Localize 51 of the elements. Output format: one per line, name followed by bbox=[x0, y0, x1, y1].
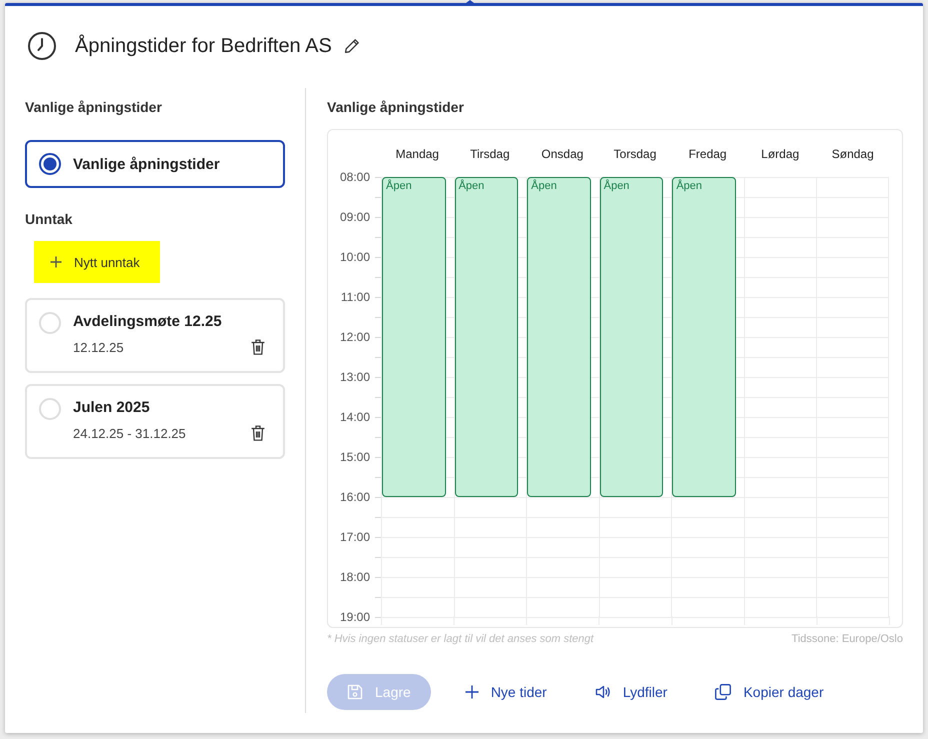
time-label: 10:00 bbox=[340, 249, 370, 266]
day-header: Onsdag bbox=[541, 146, 584, 160]
open-slot[interactable]: Åpen bbox=[672, 177, 736, 497]
clock-icon bbox=[28, 32, 56, 60]
plus-icon bbox=[464, 685, 479, 699]
plus-icon bbox=[50, 256, 62, 268]
section-heading: Unntak bbox=[25, 210, 72, 229]
time-label: 15:00 bbox=[340, 449, 370, 466]
time-label: 16:00 bbox=[340, 489, 370, 506]
exception-dates: 24.12.25 - 31.12.25 bbox=[73, 425, 186, 443]
time-label: 11:00 bbox=[340, 289, 370, 306]
open-slot[interactable]: Åpen bbox=[527, 177, 591, 497]
day-header: Torsdag bbox=[614, 146, 656, 160]
day-header: Fredag bbox=[688, 146, 727, 160]
time-label: 18:00 bbox=[340, 569, 370, 586]
day-header: Mandag bbox=[396, 146, 439, 160]
pencil-icon[interactable] bbox=[344, 38, 360, 54]
time-label: 13:00 bbox=[340, 369, 370, 386]
time-label: 08:00 bbox=[340, 169, 370, 186]
section-heading: Vanlige åpningstider bbox=[25, 98, 162, 117]
time-label: 14:00 bbox=[340, 409, 370, 426]
copy-icon bbox=[715, 684, 732, 700]
open-slot[interactable]: Åpen bbox=[600, 177, 664, 497]
exception-card[interactable]: Julen 2025 24.12.25 - 31.12.25 bbox=[25, 384, 285, 459]
speaker-icon bbox=[594, 684, 611, 700]
radio-button[interactable] bbox=[39, 153, 61, 175]
exception-title: Julen 2025 bbox=[73, 398, 150, 418]
audio-files-button[interactable]: Lydfiler bbox=[580, 674, 682, 710]
copy-days-button[interactable]: Kopier dager bbox=[701, 674, 838, 710]
page-title: Åpningstider for Bedriften AS bbox=[75, 34, 332, 59]
trash-icon[interactable] bbox=[251, 338, 265, 354]
time-label: 17:00 bbox=[340, 529, 370, 546]
footnote-text: * Hvis ingen statuser er lagt til vil det anses som stengt bbox=[327, 632, 594, 647]
exception-dates: 12.12.25 bbox=[73, 339, 124, 357]
open-slot[interactable]: Åpen bbox=[454, 177, 518, 497]
day-header: Lørdag bbox=[761, 146, 800, 160]
hours-option[interactable]: Vanlige åpningstider bbox=[25, 140, 285, 188]
exception-title: Avdelingsmøte 12.25 bbox=[73, 312, 222, 332]
day-header: Søndag bbox=[832, 146, 874, 160]
add-exception-button[interactable]: Nytt unntak bbox=[34, 241, 160, 283]
time-label: 19:00 bbox=[340, 609, 370, 626]
time-label: 09:00 bbox=[340, 209, 370, 226]
timezone-label: Tidssone: Europe/Oslo bbox=[792, 632, 903, 647]
time-label: 12:00 bbox=[340, 329, 370, 346]
trash-icon[interactable] bbox=[251, 424, 265, 440]
new-times-button[interactable]: Nye tider bbox=[450, 674, 561, 710]
save-icon bbox=[347, 684, 363, 700]
day-header: Tirsdag bbox=[470, 146, 510, 160]
exception-card[interactable]: Avdelingsmøte 12.25 12.12.25 bbox=[25, 298, 285, 373]
open-slot[interactable]: Åpen bbox=[382, 177, 446, 497]
section-heading: Vanlige åpningstider bbox=[327, 98, 464, 117]
